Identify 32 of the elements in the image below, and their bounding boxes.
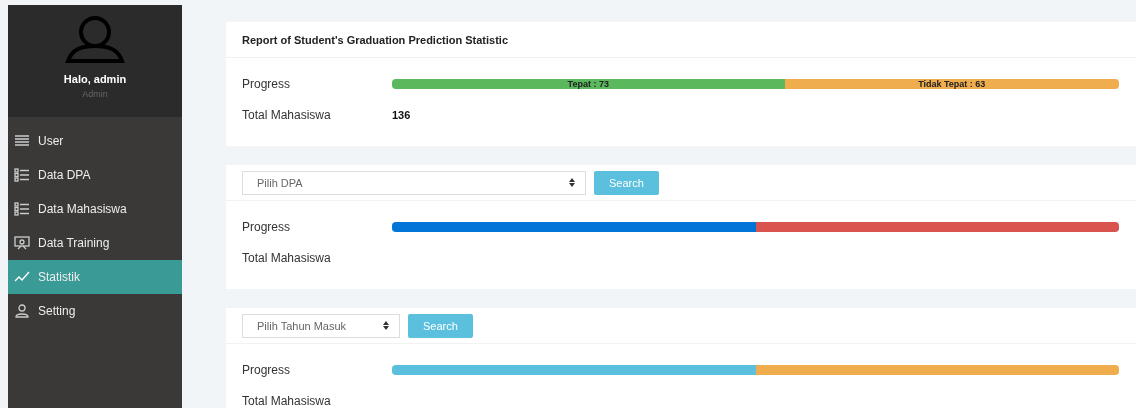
sort-caret-icon: [569, 178, 575, 187]
sidebar-item-label: Data Training: [38, 236, 110, 250]
sidebar-item[interactable]: User: [8, 124, 182, 158]
sidebar-item[interactable]: Data Mahasiswa: [8, 192, 182, 226]
total-label: Total Mahasiswa: [242, 393, 332, 408]
total-value: 136: [392, 108, 411, 121]
progress-label: Progress: [242, 219, 292, 234]
sidebar-item-label: Statistik: [38, 270, 80, 284]
sidebar-item[interactable]: Setting: [8, 294, 182, 328]
total-label: Total Mahasiswa: [242, 107, 332, 122]
sidebar-item-label: Setting: [38, 304, 76, 318]
card-title: Report of Student's Graduation Prediction Statistic: [242, 33, 509, 46]
greeting: Halo, admin: [63, 73, 127, 85]
select-field[interactable]: Pilih DPA: [242, 170, 586, 195]
progress-label: Progress: [242, 362, 292, 377]
presentation-icon: [14, 236, 30, 250]
list-icon: [14, 168, 30, 182]
sidebar-item-label: User: [38, 134, 64, 148]
total-label: Total Mahasiswa: [242, 250, 332, 265]
progress-segment: Tepat : 73: [392, 78, 785, 89]
progress-label: Progress: [242, 76, 292, 91]
sort-caret-icon: [383, 321, 389, 330]
sidebar-item-label: Data DPA: [38, 168, 91, 182]
sidebar-item-label: Data Mahasiswa: [38, 202, 127, 216]
select-field[interactable]: Pilih Tahun Masuk: [242, 313, 400, 338]
list-icon: [14, 202, 30, 216]
user-icon: [14, 304, 30, 318]
sidebar-item[interactable]: Data Training: [8, 226, 182, 260]
progress-segment: Tidak Tepat : 63: [784, 78, 1119, 89]
sidebar-item[interactable]: Data DPA: [8, 158, 182, 192]
menu-icon: [14, 134, 30, 148]
line-chart-icon: [14, 270, 30, 284]
